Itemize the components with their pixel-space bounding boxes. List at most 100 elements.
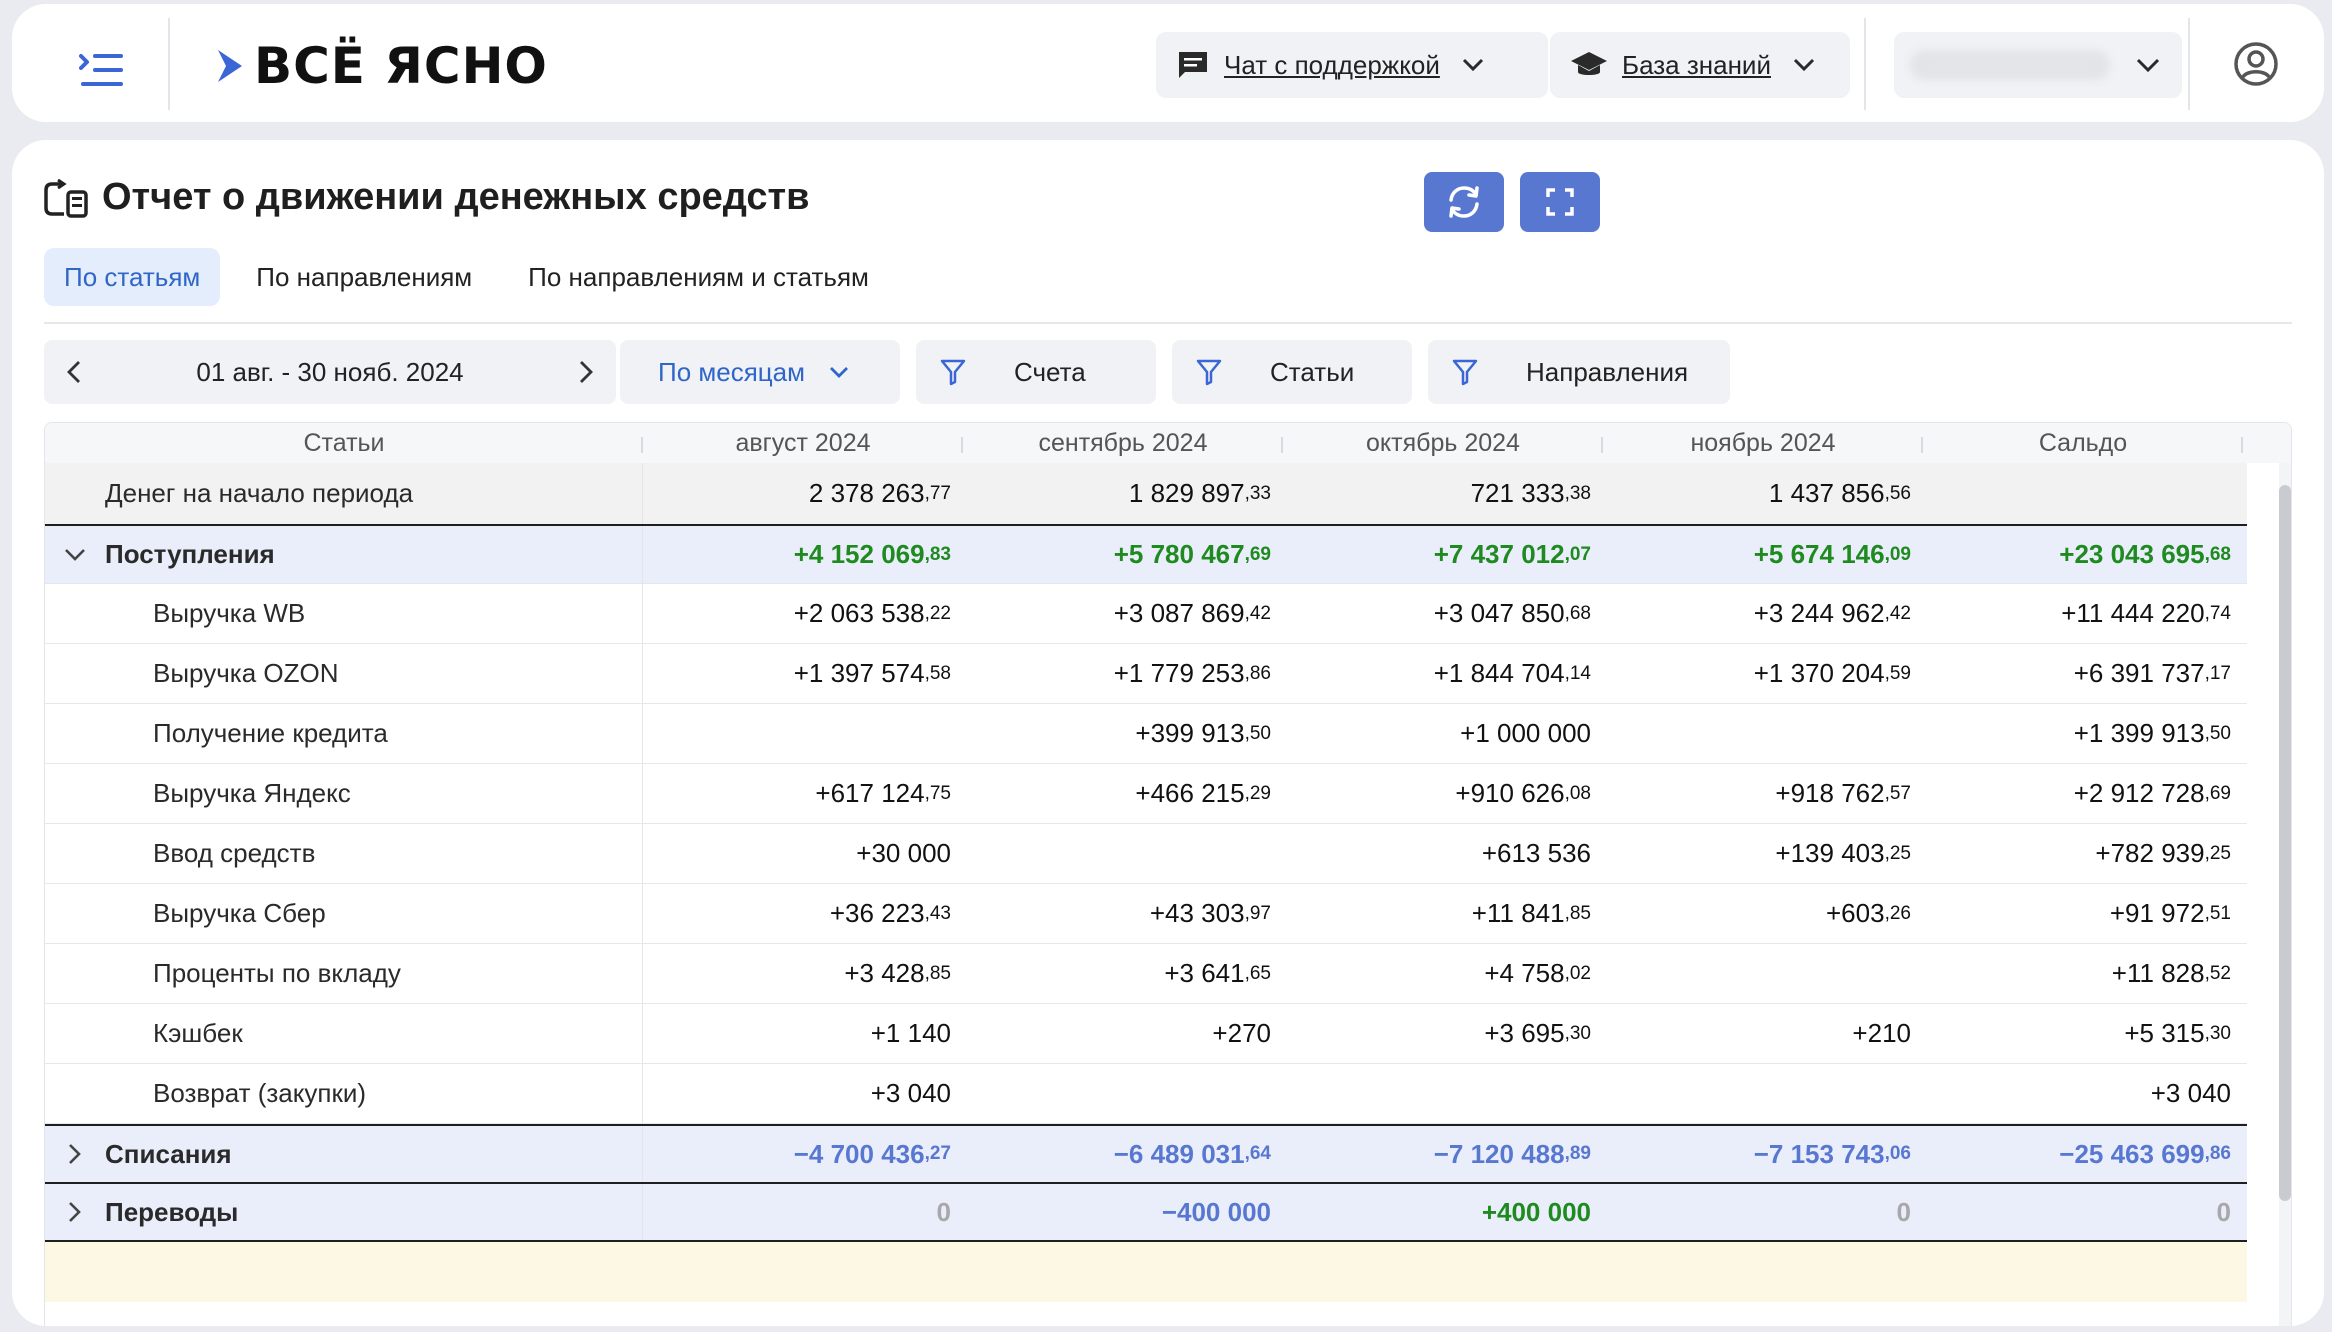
value-cell[interactable]: +5 780 467,69 [963,526,1283,583]
value-cell[interactable]: 0 [643,1184,963,1240]
value-cell[interactable]: +11 444 220,74 [1923,584,2243,643]
value-cell[interactable]: +1 370 204,59 [1603,644,1923,703]
value-cell[interactable]: −7 120 488,89 [1283,1126,1603,1182]
value-cell[interactable]: +4 152 069,83 [643,526,963,583]
value-cell[interactable]: +1 844 704,14 [1283,644,1603,703]
value-cell[interactable]: −25 463 699,86 [1923,1126,2243,1182]
value-cell[interactable]: +210 [1603,1004,1923,1063]
value-cell[interactable]: 1 829 897,33 [963,463,1283,524]
menu-toggle-button[interactable] [56,24,148,116]
value-cell[interactable] [643,704,963,763]
knowledge-base-button[interactable]: База знаний [1550,32,1850,98]
directions-filter-button[interactable]: Направления [1428,340,1730,404]
collapse-group-toggle[interactable] [45,548,105,562]
value-cell[interactable]: +3 047 850,68 [1283,584,1603,643]
value-cell[interactable] [1603,1064,1923,1123]
scrollbar-thumb[interactable] [2279,485,2291,1201]
user-account-selector[interactable] [1894,32,2182,98]
value-cell[interactable]: +5 315,30 [1923,1004,2243,1063]
value-cell[interactable]: +466 215,29 [963,764,1283,823]
value-cell[interactable]: +1 779 253,86 [963,644,1283,703]
value-cell[interactable]: −4 700 436,27 [643,1126,963,1182]
column-header-articles[interactable]: Статьи [45,423,643,463]
value-cell[interactable]: +30 000 [643,824,963,883]
value-cell[interactable]: +43 303,97 [963,884,1283,943]
column-header-oct[interactable]: октябрь 2024 [1283,423,1603,463]
value-cell[interactable]: 721 333,38 [1283,463,1603,524]
column-header-aug[interactable]: август 2024 [643,423,963,463]
value-cell[interactable]: +139 403,25 [1603,824,1923,883]
column-header-label: ноябрь 2024 [1690,428,1836,457]
value-cell[interactable]: +910 626,08 [1283,764,1603,823]
support-chat-button[interactable]: Чат с поддержкой [1156,32,1548,98]
value-cell[interactable]: +5 674 146,09 [1603,526,1923,583]
value-cell[interactable]: +3 087 869,42 [963,584,1283,643]
account-button[interactable] [2232,40,2280,88]
table-group-row[interactable]: Переводы 0 −400 000 +400 000 0 0 [45,1184,2247,1242]
value-cell[interactable]: +918 762,57 [1603,764,1923,823]
divider [1864,18,1866,110]
value-cell[interactable] [1283,1064,1603,1123]
value-cell[interactable]: 0 [1923,1184,2243,1240]
value-cell[interactable]: +3 040 [1923,1064,2243,1123]
value-cell[interactable]: +1 399 913,50 [1923,704,2243,763]
row-label-cell: Выручка Яндекс [45,764,643,823]
value-cell[interactable]: +11 841,85 [1283,884,1603,943]
articles-filter-button[interactable]: Статьи [1172,340,1412,404]
value-cell[interactable]: +3 244 962,42 [1603,584,1923,643]
value-cell[interactable]: +3 040 [643,1064,963,1123]
menu-collapse-icon [79,54,123,86]
value-cell[interactable]: +613 536 [1283,824,1603,883]
value-cell[interactable]: −6 489 031,64 [963,1126,1283,1182]
value-cell[interactable]: +603,26 [1603,884,1923,943]
refresh-button[interactable] [1424,172,1504,232]
expand-group-toggle[interactable] [45,1143,105,1165]
column-header-nov[interactable]: ноябрь 2024 [1603,423,1923,463]
value-cell[interactable]: −7 153 743,06 [1603,1126,1923,1182]
expand-group-toggle[interactable] [45,1201,105,1223]
column-header-sep[interactable]: сентябрь 2024 [963,423,1283,463]
value-cell[interactable]: +270 [963,1004,1283,1063]
accounts-filter-button[interactable]: Счета [916,340,1156,404]
tab-by-directions-and-articles[interactable]: По направлениям и статьям [508,248,889,306]
value-cell[interactable]: +91 972,51 [1923,884,2243,943]
value-cell[interactable]: 1 437 856,56 [1603,463,1923,524]
value-cell[interactable]: +3 695,30 [1283,1004,1603,1063]
value-cell[interactable]: +1 000 000 [1283,704,1603,763]
value-cell[interactable]: +1 397 574,58 [643,644,963,703]
column-header-balance[interactable]: Сальдо [1923,423,2243,463]
value-cell[interactable]: 0 [1603,1184,1923,1240]
value-cell[interactable]: +2 912 728,69 [1923,764,2243,823]
value-cell[interactable]: +3 641,65 [963,944,1283,1003]
value-cell[interactable]: +7 437 012,07 [1283,526,1603,583]
value-cell[interactable]: +782 939,25 [1923,824,2243,883]
value-cell[interactable] [1923,463,2243,524]
value-cell[interactable]: +4 758,02 [1283,944,1603,1003]
value-cell[interactable]: +617 124,75 [643,764,963,823]
value-cell[interactable] [1603,944,1923,1003]
value-cell[interactable]: +1 140 [643,1004,963,1063]
prev-period-button[interactable] [44,340,104,404]
value-cell[interactable]: +6 391 737,17 [1923,644,2243,703]
period-grouping-select[interactable]: По месяцам [620,340,900,404]
logo[interactable]: ВСЁ ЯСНО [216,34,548,98]
value-cell[interactable]: +11 828,52 [1923,944,2243,1003]
table-group-row[interactable]: Поступления +4 152 069,83 +5 780 467,69 +7 … [45,526,2247,584]
fullscreen-button[interactable] [1520,172,1600,232]
value-cell[interactable] [963,824,1283,883]
value-cell[interactable]: +399 913,50 [963,704,1283,763]
table-group-row[interactable]: Списания −4 700 436,27 −6 489 031,64 −7 120… [45,1124,2247,1184]
value-cell[interactable]: +400 000 [1283,1184,1603,1240]
value-cell[interactable]: +2 063 538,22 [643,584,963,643]
tab-by-directions[interactable]: По направлениям [236,248,492,306]
value-cell[interactable]: −400 000 [963,1184,1283,1240]
value-cell[interactable] [1603,704,1923,763]
value-cell[interactable]: +36 223,43 [643,884,963,943]
value-cell[interactable]: +3 428,85 [643,944,963,1003]
value-cell[interactable]: +23 043 695,68 [1923,526,2243,583]
value-cell[interactable]: 2 378 263,77 [643,463,963,524]
date-range-label[interactable]: 01 авг. - 30 нояб. 2024 [104,357,556,388]
next-period-button[interactable] [556,340,616,404]
value-cell[interactable] [963,1064,1283,1123]
tab-by-articles[interactable]: По статьям [44,248,221,306]
